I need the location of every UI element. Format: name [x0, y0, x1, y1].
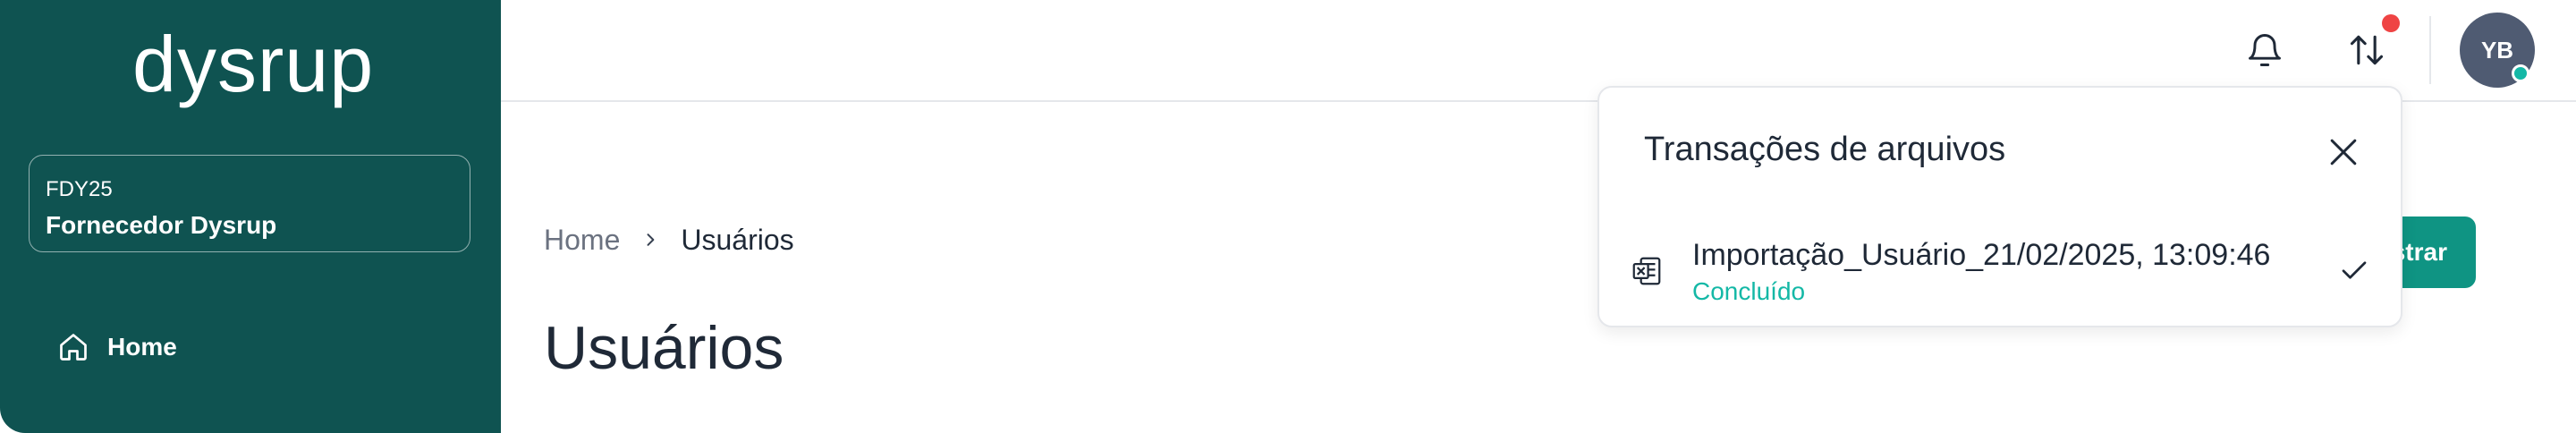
chevron-right-icon: [647, 233, 655, 246]
organization-name: Fornecedor Dysrup: [46, 211, 277, 239]
online-status-dot: [2512, 64, 2529, 82]
transfer-icon: [2350, 35, 2384, 65]
file-transactions-button[interactable]: [2342, 25, 2392, 75]
organization-code: FDY25: [46, 177, 113, 201]
home-icon: [60, 334, 87, 361]
notification-badge: [2382, 14, 2400, 32]
excel-file-icon: [1632, 257, 1661, 285]
sidebar: dysrup FDY25 Fornecedor Dysrup Home: [0, 0, 501, 433]
file-transaction-name: Importação_Usuário_21/02/2025, 13:09:46: [1692, 238, 2271, 272]
sidebar-item-label: Home: [107, 333, 177, 361]
dysrup-logo[interactable]: dysrup: [132, 20, 373, 109]
check-icon: [2342, 261, 2367, 279]
panel-title: Transações de arquivos: [1644, 131, 2006, 168]
breadcrumb: Home Usuários: [544, 220, 794, 259]
page-title: Usuários: [544, 314, 784, 382]
bell-icon: [2249, 34, 2281, 66]
file-transaction-status: Concluído: [1692, 277, 1806, 305]
breadcrumb-home[interactable]: Home: [544, 224, 620, 257]
sidebar-item-home[interactable]: Home: [57, 329, 177, 365]
organization-switcher[interactable]: FDY25 Fornecedor Dysrup: [29, 155, 470, 252]
close-icon[interactable]: [2324, 132, 2363, 172]
notifications-button[interactable]: [2240, 25, 2290, 75]
header-separator: [2429, 16, 2431, 84]
breadcrumb-current: Usuários: [681, 223, 794, 256]
file-transactions-panel: Transações de arquivos Importação_Usuári…: [1597, 86, 2402, 327]
